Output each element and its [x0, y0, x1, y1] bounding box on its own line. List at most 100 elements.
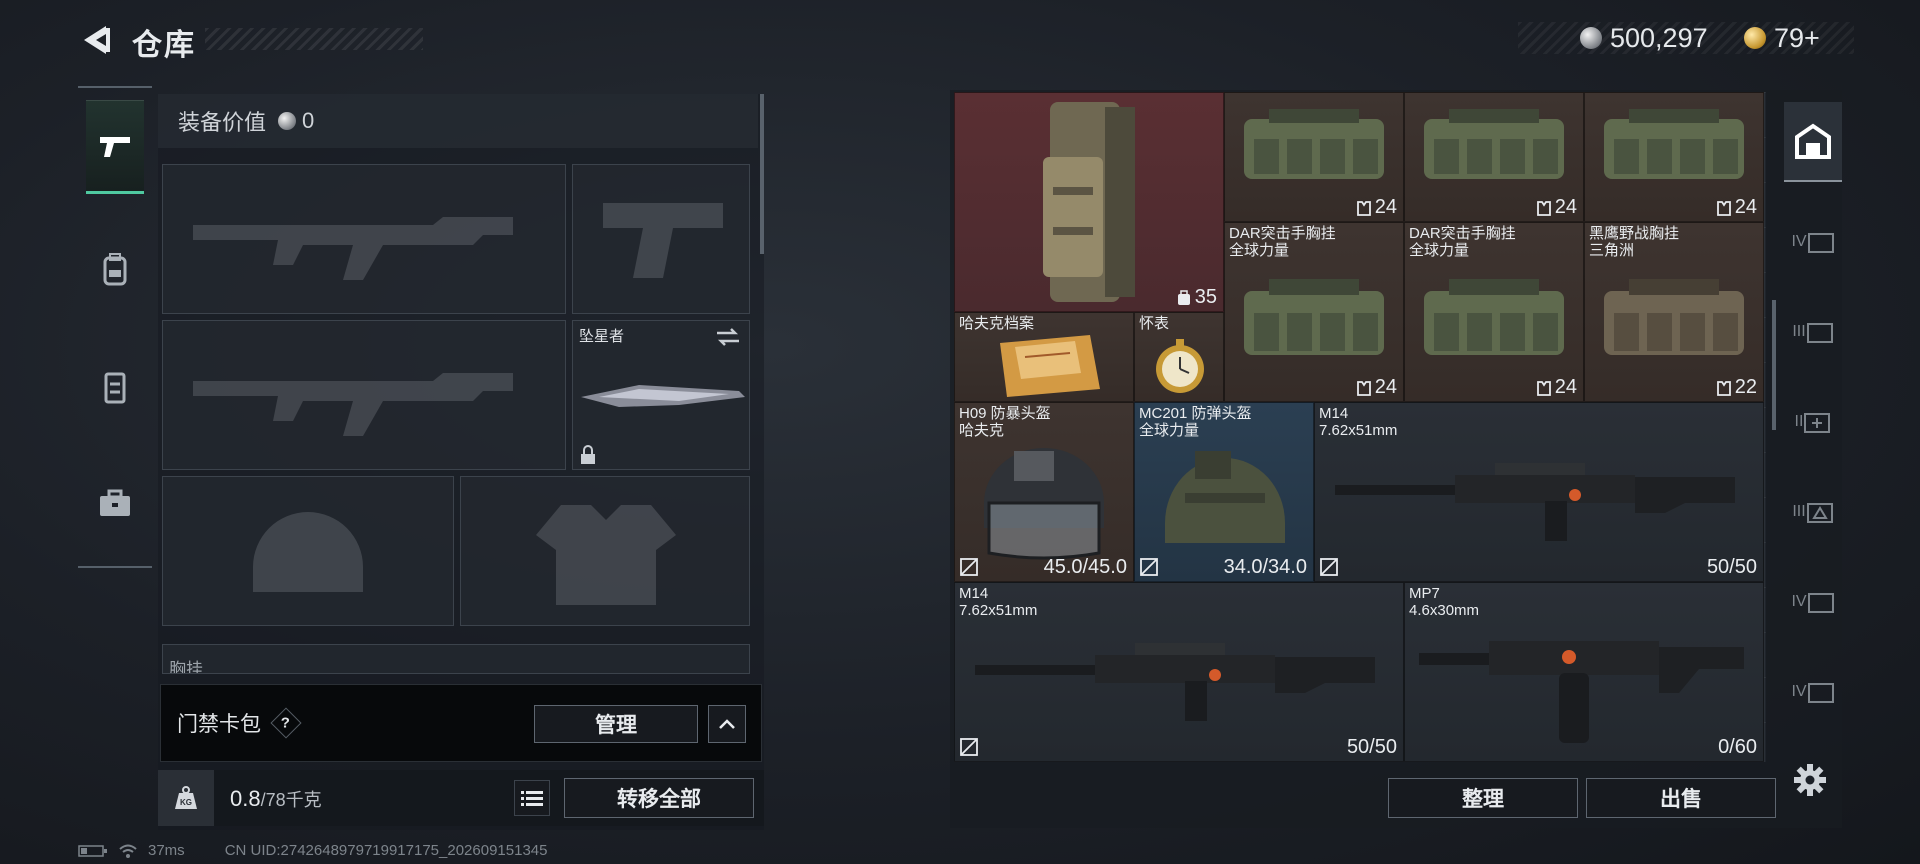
- tab-storage-page[interactable]: II: [1784, 382, 1842, 462]
- help-icon[interactable]: ?: [270, 707, 302, 739]
- item-ammo: 0/60: [1718, 736, 1757, 758]
- helmet-silhouette-icon: [253, 512, 363, 592]
- item-ammo: 50/50: [1706, 556, 1757, 578]
- gold-amount: 79+: [1774, 22, 1820, 53]
- item-durability: 34.0/34.0: [1223, 556, 1307, 578]
- list-icon: [521, 791, 543, 806]
- item-mc201-helmet[interactable]: MC201 防弹头盔 全球力量 34.0/34.0: [1134, 402, 1314, 582]
- item-name: M14 7.62x51mm: [959, 585, 1038, 619]
- chest-rig-icon: [1604, 279, 1744, 355]
- armor-silhouette-icon: [536, 505, 676, 605]
- item-name: 怀表: [1139, 315, 1170, 332]
- ping: 37ms: [148, 842, 185, 859]
- storage-box-icon: [1807, 593, 1834, 613]
- back-button[interactable]: [76, 20, 116, 60]
- vest-small-icon: [1536, 200, 1551, 216]
- transfer-all-button[interactable]: 转移全部: [564, 778, 754, 818]
- item-dar-chest-rig[interactable]: DAR突击手胸挂 全球力量 24: [1404, 222, 1584, 402]
- tab-storage-page[interactable]: III: [1784, 292, 1842, 372]
- list-view-button[interactable]: [514, 780, 550, 816]
- chest-rig-icon: [1244, 109, 1384, 179]
- equipment-value: 0: [302, 108, 315, 133]
- item-capacity: 24: [1716, 196, 1757, 219]
- vest-small-icon: [1356, 200, 1371, 216]
- swap-icon[interactable]: [715, 327, 741, 347]
- svg-text:KG: KG: [180, 798, 192, 807]
- item-name: M14 7.62x51mm: [1319, 405, 1398, 439]
- keycard-label: 门禁卡包: [177, 713, 261, 736]
- loadout-scrollbar[interactable]: [760, 94, 764, 254]
- equipment-value-label: 装备价值: [178, 110, 267, 135]
- secondary-weapon-slot[interactable]: [162, 320, 566, 470]
- item-backpack[interactable]: 35: [954, 92, 1224, 312]
- page-title: 仓库: [132, 29, 196, 62]
- vest-small-icon: [1716, 380, 1731, 396]
- chest-rig-slot[interactable]: 胸挂: [162, 644, 750, 674]
- vest-small-icon: [1356, 380, 1371, 396]
- collapse-button[interactable]: [708, 705, 746, 743]
- mp7-smg-icon: [1419, 641, 1744, 743]
- tab-storage-page[interactable]: IV: [1784, 562, 1842, 642]
- tab-storage-page[interactable]: IV: [1784, 652, 1842, 732]
- item-chest-rig[interactable]: 24: [1224, 92, 1404, 222]
- item-chest-rig[interactable]: 24: [1584, 92, 1764, 222]
- m14-rifle-icon: [1335, 463, 1735, 541]
- weight-current: 0.8: [230, 786, 261, 811]
- rail-divider-top: [78, 86, 152, 88]
- ballistic-helmet-icon: [1165, 451, 1285, 543]
- equipment-value-row: 装备价值 0: [158, 94, 758, 148]
- rail-divider-bottom: [78, 566, 152, 568]
- storage-scrollbar[interactable]: [1772, 300, 1776, 430]
- sort-button[interactable]: 整理: [1388, 778, 1578, 818]
- helmet-slot[interactable]: [162, 476, 454, 626]
- lock-icon: [581, 445, 595, 464]
- silver-coin-icon: [1580, 27, 1602, 49]
- item-pocket-watch[interactable]: 怀表: [1134, 312, 1224, 402]
- tab-chest-rig[interactable]: [86, 340, 144, 434]
- vest-small-icon: [1536, 380, 1551, 396]
- weight-max: /78千克: [260, 790, 322, 810]
- item-capacity: 24: [1536, 196, 1577, 219]
- item-durability: 35: [1177, 286, 1217, 309]
- chest-rig-icon: [1604, 109, 1744, 179]
- backpack-item-icon: [1043, 102, 1135, 302]
- item-capacity: 24: [1536, 376, 1577, 399]
- item-mp7-smg[interactable]: MP7 4.6x30mm 0/60: [1404, 582, 1764, 762]
- gold-currency[interactable]: 79+: [1744, 22, 1820, 54]
- tab-all-storage[interactable]: [1784, 102, 1842, 182]
- tab-storage-page[interactable]: III: [1784, 472, 1842, 552]
- item-m14-rifle[interactable]: M14 7.62x51mm 50/50: [954, 582, 1404, 762]
- sell-button[interactable]: 出售: [1586, 778, 1776, 818]
- primary-weapon-slot[interactable]: [162, 164, 566, 314]
- no-insure-icon: [960, 558, 978, 576]
- chest-rig-icon: [1244, 279, 1384, 355]
- pistol-slot[interactable]: [572, 164, 750, 314]
- tab-storage-page[interactable]: IV: [1784, 202, 1842, 282]
- item-durability: 45.0/45.0: [1043, 556, 1127, 578]
- melee-slot-name: 坠星者: [579, 328, 625, 345]
- battery-icon: [78, 844, 107, 857]
- tab-backpack[interactable]: [86, 222, 144, 316]
- settings-button[interactable]: [1790, 760, 1830, 800]
- silver-amount: 500,297: [1610, 22, 1708, 53]
- tab-weapons[interactable]: [86, 100, 144, 194]
- tab-case[interactable]: [86, 456, 144, 550]
- item-h09-riot-helmet[interactable]: H09 防暴头盔 哈夫克 45.0/45.0: [954, 402, 1134, 582]
- pocket-watch-icon: [1156, 339, 1204, 393]
- backpack-small-icon: [1177, 289, 1190, 305]
- melee-slot[interactable]: 坠星者: [572, 320, 750, 470]
- vest-small-icon: [1716, 200, 1731, 216]
- item-m14-rifle[interactable]: M14 7.62x51mm 50/50: [1314, 402, 1764, 582]
- silver-coin-icon: [278, 112, 297, 130]
- armor-slot[interactable]: [460, 476, 750, 626]
- item-name: DAR突击手胸挂 全球力量: [1229, 225, 1336, 259]
- rifle-silhouette-icon: [193, 373, 513, 436]
- item-chest-rig[interactable]: 24: [1404, 92, 1584, 222]
- item-blackhawk-chest-rig[interactable]: 黑鹰野战胸挂 三角洲 22: [1584, 222, 1764, 402]
- medical-box-icon: [1804, 413, 1831, 433]
- item-dar-chest-rig[interactable]: DAR突击手胸挂 全球力量 24: [1224, 222, 1404, 402]
- knife-icon: [581, 385, 745, 407]
- item-haavk-dossier[interactable]: 哈夫克档案: [954, 312, 1134, 402]
- item-name: 黑鹰野战胸挂 三角洲: [1589, 225, 1680, 259]
- manage-button[interactable]: 管理: [534, 705, 698, 743]
